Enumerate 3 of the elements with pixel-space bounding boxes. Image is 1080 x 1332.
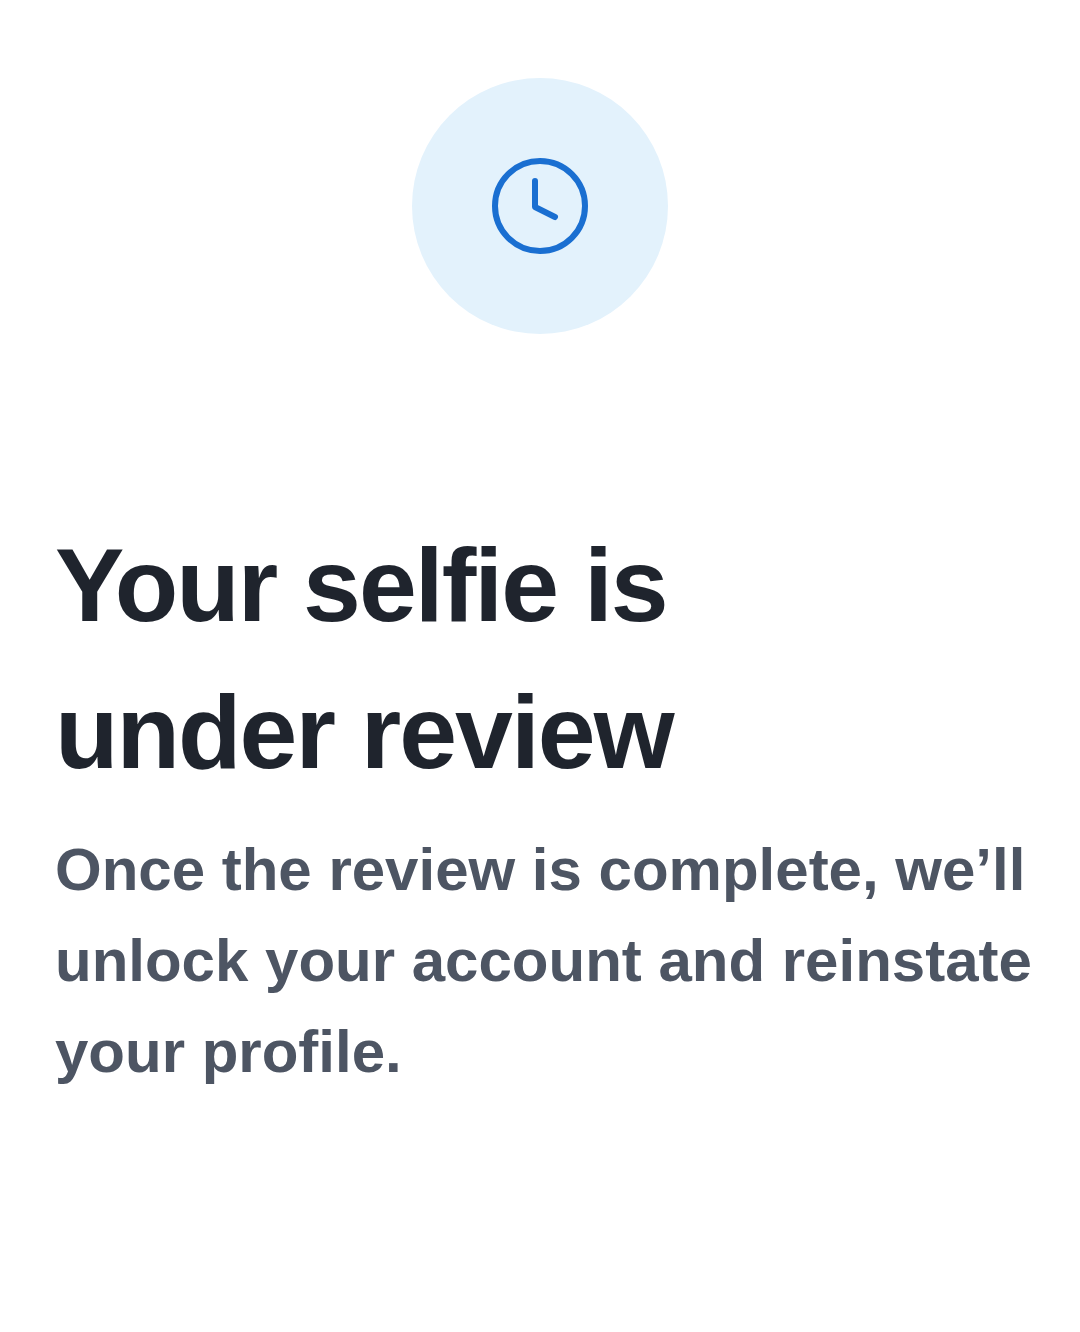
clock-icon (491, 157, 589, 255)
page-title: Your selfie is under review (55, 526, 675, 792)
status-message: Once the review is complete, we’ll unlock your account and reinstate your profile. (55, 835, 1033, 1087)
